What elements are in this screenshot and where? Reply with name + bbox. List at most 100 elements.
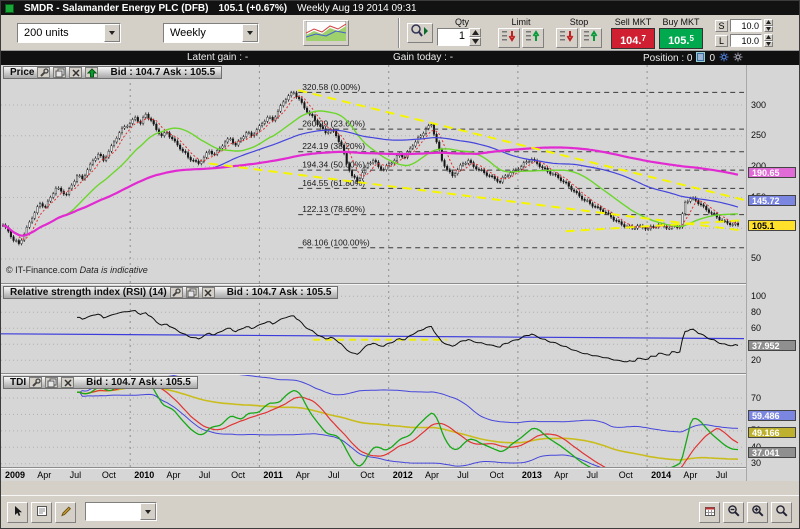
timeframe-dropdown-value: Weekly (170, 27, 206, 39)
magnifier-icon (410, 23, 430, 44)
sell-mkt-button[interactable]: 104.7 (611, 28, 655, 49)
duplicate-window-icon[interactable] (45, 377, 58, 388)
position-cluster: Position : 0 0 (643, 52, 743, 65)
qty-block: Qty 1 (437, 17, 487, 46)
time-axis-label: Oct (102, 470, 116, 480)
limit-offset-badge[interactable]: L (715, 35, 728, 47)
chevron-down-icon[interactable] (140, 503, 156, 520)
last-value-tag: 105.1 (748, 220, 796, 231)
chart-style-button[interactable] (303, 20, 349, 46)
close-icon[interactable] (202, 287, 215, 298)
last-value-tag: 190.65 (748, 167, 796, 178)
stop-offset-row: S 10.0 (715, 19, 773, 32)
zoom-in-button[interactable] (747, 502, 768, 523)
order-tools-button[interactable] (407, 23, 433, 43)
wrench-icon[interactable] (29, 377, 42, 388)
wrench-icon[interactable] (170, 287, 183, 298)
notes-icon (36, 504, 48, 522)
app-icon (5, 4, 14, 13)
price-bid-ask: Bid : 104.7 Ask : 105.5 (110, 67, 215, 78)
time-axis-label: Apr (683, 470, 697, 480)
sell-block: Sell MKT 104.7 (611, 17, 655, 49)
duplicate-window-icon[interactable] (53, 67, 66, 78)
chevron-down-icon[interactable] (242, 24, 258, 42)
copyright-note: Data is indicative (80, 265, 148, 275)
buy-mkt-label: Buy MKT (659, 17, 703, 28)
notes-tool-button[interactable] (31, 502, 52, 523)
price-chart-canvas[interactable]: 320.58 (0.00%)260.99 (23.60%)224.19 (38.… (1, 65, 744, 283)
zoom-reset-button[interactable] (771, 502, 792, 523)
sell-stop-icon (559, 29, 575, 48)
rsi-regression-line[interactable] (1, 334, 744, 339)
tool-dropdown[interactable] (85, 502, 157, 521)
svg-text:224.19 (38.20%): 224.19 (38.20%) (302, 141, 365, 151)
draw-tool-button[interactable] (55, 502, 76, 523)
limit-offset-field[interactable]: 10.0 (730, 34, 762, 47)
position-settings-icon[interactable] (733, 52, 743, 65)
buy-mkt-button[interactable]: 105.5 (659, 28, 703, 49)
price-axis-gutter: 30025020015010050190.65145.72105.1100806… (746, 65, 800, 481)
rsi-panel-header: Relative strength index (RSI) (14) Bid :… (3, 286, 338, 299)
ma-long-magenta (3, 148, 738, 236)
main-toolbar: 200 units Weekly Qty 1 Limit (1, 15, 799, 51)
tdi-bid-ask: Bid : 104.7 Ask : 105.5 (86, 377, 191, 388)
position-gear-icon[interactable] (719, 52, 729, 65)
units-dropdown-value: 200 units (24, 27, 69, 39)
limit-buy-button[interactable] (522, 28, 544, 48)
position-doc-icon[interactable] (696, 52, 705, 65)
toolbar-separator (398, 18, 400, 48)
timeframe-dropdown[interactable]: Weekly (163, 23, 259, 43)
time-axis-label: Apr (554, 470, 568, 480)
qty-decrement-button[interactable] (469, 37, 481, 46)
stop-block: Stop (553, 17, 605, 48)
stop-offset-down-button[interactable] (764, 26, 773, 33)
last-value-tag: 145.72 (748, 195, 796, 206)
qty-increment-button[interactable] (469, 28, 481, 37)
limit-offset-down-button[interactable] (764, 41, 773, 48)
stop-sell-button[interactable] (556, 28, 578, 48)
limit-label: Limit (495, 17, 547, 28)
stop-label: Stop (553, 17, 605, 28)
panel-up-arrow-icon[interactable] (85, 67, 98, 78)
zoom-in-icon (751, 504, 764, 522)
close-icon[interactable] (61, 377, 74, 388)
tdi-base-yellow (77, 387, 738, 460)
stop-buy-button[interactable] (580, 28, 602, 48)
last-value-tag: 37.041 (748, 447, 796, 458)
price-panel-header: Price Bid : 104.7 Ask : 105.5 (3, 66, 222, 79)
time-axis-label: Apr (37, 470, 51, 480)
copyright-label: © IT-Finance.com Data is indicative (6, 265, 148, 275)
svg-text:260.99 (23.60%): 260.99 (23.60%) (302, 119, 365, 129)
duplicate-window-icon[interactable] (186, 287, 199, 298)
time-axis-label: Jul (199, 470, 211, 480)
limit-sell-button[interactable] (498, 28, 520, 48)
buy-price: 105. (668, 35, 689, 47)
status-bar (1, 495, 799, 528)
pointer-tool-button[interactable] (7, 502, 28, 523)
axis-tick-label: 300 (751, 101, 766, 110)
chevron-down-icon[interactable] (104, 24, 120, 42)
copyright-brand: © IT-Finance.com (6, 265, 77, 275)
zoom-out-button[interactable] (723, 502, 744, 523)
qty-label: Qty (437, 17, 487, 28)
wrench-icon[interactable] (37, 67, 50, 78)
time-axis-label: 2013 (522, 470, 542, 480)
chart-area: 320.58 (0.00%)260.99 (23.60%)224.19 (38.… (1, 65, 800, 481)
units-dropdown[interactable]: 200 units (17, 23, 121, 43)
trendlines[interactable] (209, 90, 744, 231)
axis-tick-label: 50 (751, 254, 761, 263)
limit-offset-row: L 10.0 (715, 34, 773, 47)
position-count: 0 (709, 53, 715, 64)
calendar-button[interactable] (699, 502, 720, 523)
axis-tick-label: 250 (751, 131, 766, 140)
stop-offset-badge[interactable]: S (715, 20, 728, 32)
buy-block: Buy MKT 105.5 (659, 17, 703, 49)
time-axis-label: Jul (328, 470, 340, 480)
trading-window: SMDR - Salamander Energy PLC (DFB) 105.1… (0, 0, 800, 529)
close-icon[interactable] (69, 67, 82, 78)
timeframe-datetime: Weekly Aug 19 2014 09:31 (297, 3, 416, 14)
buy-price-decimal: 5 (689, 35, 693, 43)
qty-input[interactable]: 1 (437, 28, 469, 46)
stop-offset-field[interactable]: 10.0 (730, 19, 762, 32)
tdi-lower-band (77, 392, 738, 467)
